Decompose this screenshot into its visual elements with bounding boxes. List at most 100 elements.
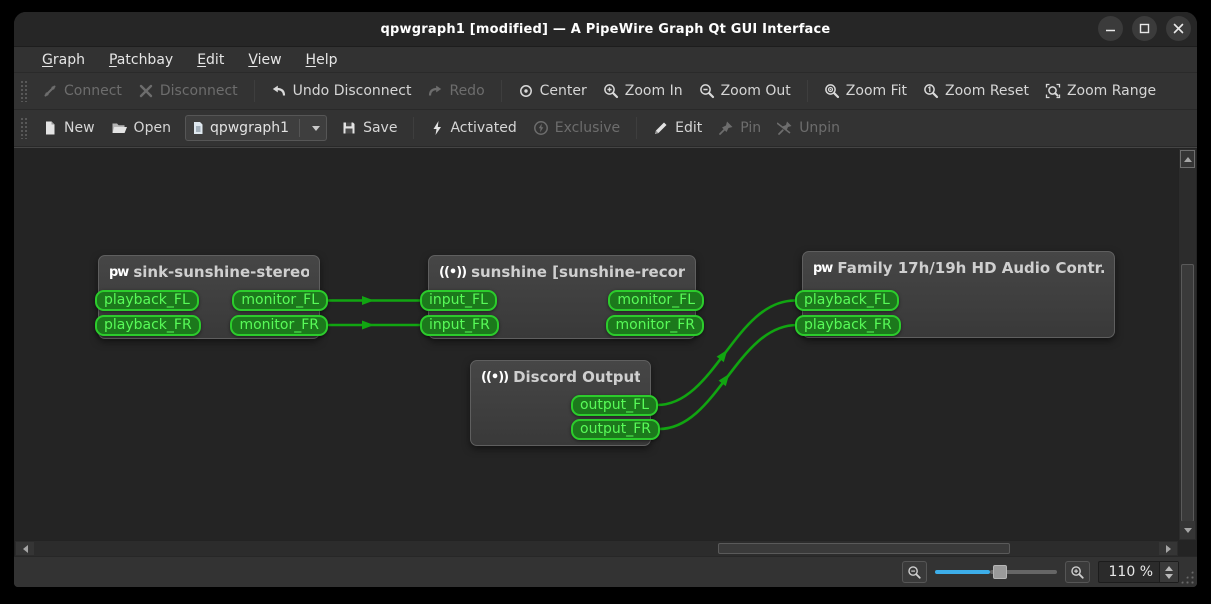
close-icon	[1173, 23, 1184, 34]
pin-icon	[719, 121, 733, 135]
menu-edit[interactable]: Edit	[187, 50, 234, 70]
status-zoom-out-button[interactable]	[901, 561, 927, 583]
connection-outputFR-playbackFR[interactable]	[658, 323, 798, 431]
unpin-button[interactable]: Unpin	[769, 116, 848, 140]
pipewire-icon: pw	[109, 264, 129, 280]
status-zoom-in-button[interactable]	[1064, 561, 1090, 583]
disconnect-button[interactable]: Disconnect	[130, 79, 246, 103]
zoom-range-button[interactable]: Zoom Range	[1037, 79, 1164, 103]
menu-help[interactable]: Help	[296, 50, 348, 70]
status-bar: 110 %	[14, 556, 1197, 587]
port-input[interactable]: playback_FR	[95, 315, 201, 336]
undo-icon	[272, 85, 285, 96]
toolbar-drag-handle[interactable]	[20, 80, 28, 102]
port-output[interactable]: monitor_FR	[606, 315, 704, 336]
zoom-out-icon	[907, 565, 921, 579]
node-title: sunshine [sunshine-record]	[471, 263, 685, 281]
node-title: Discord Output	[513, 368, 640, 386]
minimize-icon	[1106, 29, 1115, 32]
zoom-value: 110 %	[1108, 564, 1153, 580]
port-input[interactable]: input_FR	[420, 315, 499, 336]
redo-icon	[429, 85, 442, 96]
scroll-left-button[interactable]	[16, 542, 34, 555]
toolbar-file: New Open qpwgraph1 Save Activated Exclus…	[14, 110, 1197, 147]
toolbar-separator	[806, 80, 808, 102]
unpin-icon	[777, 121, 792, 135]
zoom-fit-button[interactable]: Zoom Fit	[816, 79, 915, 103]
new-button[interactable]: New	[34, 116, 103, 140]
zoom-in-icon	[603, 84, 618, 99]
edit-button[interactable]: Edit	[645, 116, 710, 140]
arrow-right-icon	[1165, 544, 1171, 553]
port-input[interactable]: playback_FR	[795, 315, 901, 336]
save-button[interactable]: Save	[333, 116, 405, 140]
connect-icon	[44, 85, 56, 97]
zoom-range-icon	[1045, 83, 1061, 99]
new-file-icon	[46, 121, 55, 135]
menu-view[interactable]: View	[238, 50, 291, 70]
port-input[interactable]: playback_FL	[795, 290, 899, 311]
graph-canvas-frame: pw sink-sunshine-stereo ((•)) sunshine […	[14, 147, 1197, 556]
toolbar-separator	[500, 80, 502, 102]
zoom-in-button[interactable]: Zoom In	[595, 79, 691, 103]
center-icon	[519, 85, 532, 97]
patchbay-file-icon	[193, 122, 203, 134]
toolbar-separator	[253, 80, 255, 102]
activated-button[interactable]: Activated	[422, 116, 524, 140]
spin-down-icon	[1165, 573, 1173, 579]
window-resize-grip[interactable]	[1180, 570, 1194, 584]
port-output[interactable]: monitor_FL	[232, 290, 328, 311]
scroll-up-button[interactable]	[1180, 150, 1195, 168]
horizontal-scrollbar[interactable]	[15, 540, 1178, 556]
zoom-slider[interactable]	[934, 564, 1057, 580]
menu-graph[interactable]: Graph	[32, 50, 95, 70]
zoom-spin-buttons[interactable]	[1159, 562, 1178, 582]
port-input[interactable]: playback_FL	[95, 290, 199, 311]
port-output[interactable]: monitor_FL	[608, 290, 704, 311]
combobox-divider	[299, 119, 301, 137]
window-title: qpwgraph1 [modified] — A PipeWire Graph …	[380, 21, 831, 37]
maximize-button[interactable]	[1132, 16, 1157, 41]
zoom-reset-button[interactable]: Zoom Reset	[915, 79, 1037, 103]
vertical-scrollbar-thumb[interactable]	[1181, 264, 1194, 522]
menu-patchbay[interactable]: Patchbay	[99, 50, 183, 70]
graph-canvas[interactable]: pw sink-sunshine-stereo ((•)) sunshine […	[15, 149, 1178, 540]
undo-button[interactable]: Undo Disconnect	[263, 79, 420, 103]
pin-button[interactable]: Pin	[710, 116, 769, 140]
vertical-scrollbar[interactable]	[1178, 149, 1196, 540]
disconnect-icon	[139, 84, 153, 98]
spin-up-icon	[1165, 565, 1173, 571]
toolbar-drag-handle[interactable]	[20, 117, 28, 139]
arrow-up-icon	[1183, 156, 1192, 162]
exclusive-button[interactable]: Exclusive	[525, 116, 628, 140]
scroll-right-button[interactable]	[1159, 542, 1177, 555]
close-button[interactable]	[1166, 16, 1191, 41]
patchbay-combobox[interactable]: qpwgraph1	[184, 115, 328, 141]
open-button[interactable]: Open	[103, 116, 179, 140]
title-bar[interactable]: qpwgraph1 [modified] — A PipeWire Graph …	[14, 12, 1197, 47]
arrow-left-icon	[22, 544, 28, 553]
port-output[interactable]: output_FR	[571, 419, 660, 440]
zoom-fit-icon	[824, 84, 839, 99]
broadcast-icon: ((•))	[481, 369, 509, 385]
zoom-in-icon	[1070, 565, 1084, 579]
scroll-down-button[interactable]	[1180, 521, 1195, 539]
minimize-button[interactable]	[1098, 16, 1123, 41]
zoom-out-button[interactable]: Zoom Out	[691, 79, 799, 103]
port-output[interactable]: monitor_FR	[230, 315, 328, 336]
horizontal-scrollbar-thumb[interactable]	[718, 543, 1010, 554]
broadcast-icon: ((•))	[439, 264, 467, 280]
node-title: Family 17h/19h HD Audio Contr...	[837, 259, 1104, 277]
center-button[interactable]: Center	[510, 79, 595, 103]
redo-button[interactable]: Redo	[419, 79, 492, 103]
app-window: qpwgraph1 [modified] — A PipeWire Graph …	[14, 12, 1197, 587]
port-input[interactable]: input_FL	[420, 290, 497, 311]
toolbar-separator	[413, 117, 415, 139]
port-output[interactable]: output_FL	[570, 395, 658, 416]
zoom-spinbox[interactable]: 110 %	[1097, 561, 1179, 583]
toolbar-separator	[636, 117, 638, 139]
open-folder-icon	[112, 123, 127, 133]
toolbar-graph: Connect Disconnect Undo Disconnect Redo …	[14, 73, 1197, 110]
zoom-slider-handle[interactable]	[992, 565, 1007, 579]
connect-button[interactable]: Connect	[34, 79, 130, 103]
